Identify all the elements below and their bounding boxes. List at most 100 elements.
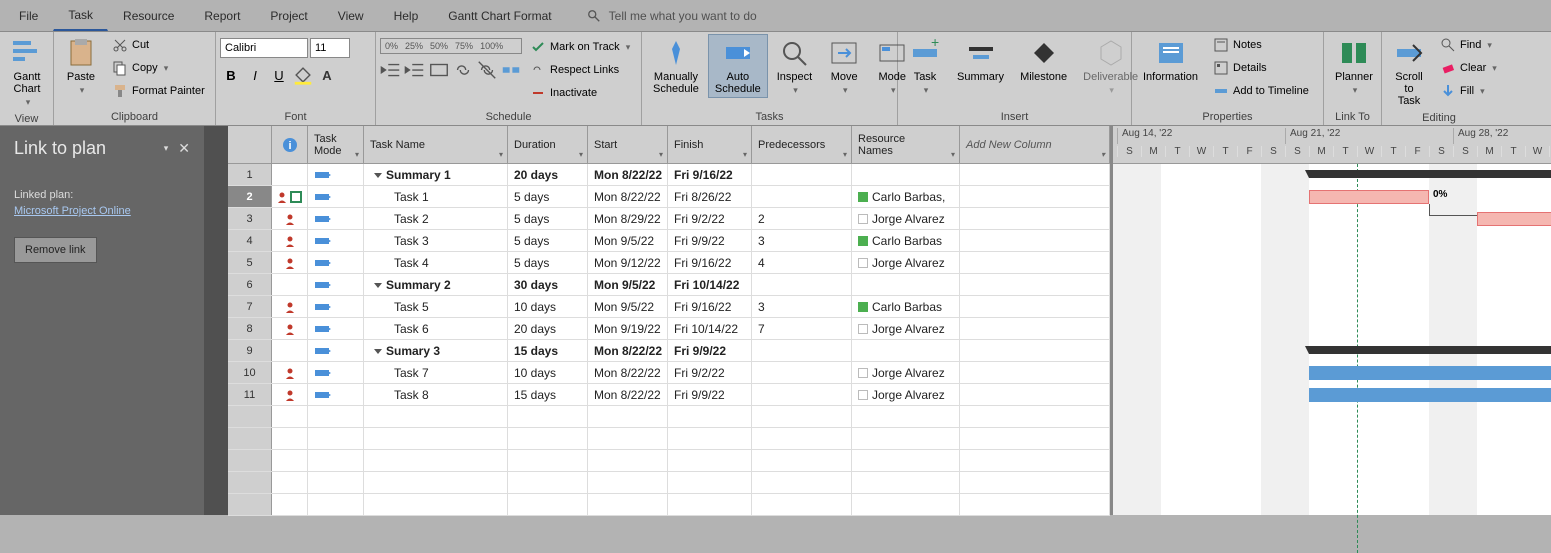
start-cell[interactable]: Mon 8/22/22 [588,384,668,405]
task-name-cell[interactable]: Task 6 [364,318,508,339]
information-button[interactable]: Information [1136,34,1205,86]
resource-cell[interactable]: Jorge Alvarez [852,362,960,383]
tab-view[interactable]: View [323,0,379,31]
underline-button[interactable]: U [268,64,290,86]
task-name-cell[interactable]: Task 7 [364,362,508,383]
insert-task-button[interactable]: +Task▾ [902,34,948,99]
finish-cell[interactable]: Fri 9/2/22 [668,362,752,383]
task-bar[interactable] [1309,388,1551,402]
add-to-timeline-button[interactable]: Add to Timeline [1207,80,1315,102]
linked-plan-link[interactable]: Microsoft Project Online [14,205,190,217]
insert-deliverable-button[interactable]: Deliverable▾ [1076,34,1145,99]
finish-cell[interactable]: Fri 9/9/22 [668,230,752,251]
resource-cell[interactable]: Jorge Alvarez [852,252,960,273]
notes-button[interactable]: Notes [1207,34,1315,56]
task-mode-cell[interactable] [308,384,364,405]
finish-cell[interactable]: Fri 10/14/22 [668,274,752,295]
summary-bar[interactable] [1309,346,1551,354]
clear-button[interactable]: Clear▾ [1434,57,1503,79]
planner-button[interactable]: Planner▾ [1328,34,1380,99]
row-number[interactable]: 1 [228,164,272,185]
task-name-cell[interactable]: Task 2 [364,208,508,229]
row-number[interactable]: 5 [228,252,272,273]
start-cell[interactable]: Mon 9/5/22 [588,230,668,251]
find-button[interactable]: Find▾ [1434,34,1503,56]
info-cell[interactable] [272,252,308,273]
task-mode-cell[interactable] [308,362,364,383]
task-name-cell[interactable]: Summary 2 [364,274,508,295]
remove-link-button[interactable]: Remove link [14,237,97,263]
empty-cell[interactable] [960,252,1110,273]
row-number[interactable]: 8 [228,318,272,339]
task-name-cell[interactable]: Task 5 [364,296,508,317]
finish-cell[interactable]: Fri 9/2/22 [668,208,752,229]
table-row[interactable]: 10Task 710 daysMon 8/22/22Fri 9/2/22Jorg… [228,362,1110,384]
empty-cell[interactable] [960,274,1110,295]
col-predecessors[interactable]: Predecessors▾ [752,126,852,163]
empty-cell[interactable] [960,186,1110,207]
predecessors-cell[interactable] [752,384,852,405]
empty-cell[interactable] [960,230,1110,251]
resource-cell[interactable] [852,274,960,295]
bold-button[interactable]: B [220,64,242,86]
task-mode-cell[interactable] [308,274,364,295]
info-cell[interactable] [272,384,308,405]
predecessors-cell[interactable]: 2 [752,208,852,229]
finish-cell[interactable]: Fri 9/9/22 [668,384,752,405]
row-number[interactable]: 3 [228,208,272,229]
finish-cell[interactable]: Fri 9/16/22 [668,252,752,273]
mark-on-track-button[interactable]: Mark on Track▾ [524,36,636,58]
empty-cell[interactable] [960,362,1110,383]
auto-schedule-button[interactable]: Auto Schedule [708,34,768,98]
predecessors-cell[interactable] [752,186,852,207]
table-row[interactable]: 7Task 510 daysMon 9/5/22Fri 9/16/223Carl… [228,296,1110,318]
empty-row[interactable] [228,450,1110,472]
table-row[interactable]: 3Task 25 daysMon 8/29/22Fri 9/2/222Jorge… [228,208,1110,230]
paste-button[interactable]: Paste▾ [58,34,104,99]
col-add-new[interactable]: Add New Column▾ [960,126,1110,163]
collapse-icon[interactable] [374,173,382,178]
row-number[interactable]: 4 [228,230,272,251]
collapse-icon[interactable] [374,283,382,288]
tab-project[interactable]: Project [255,0,322,31]
duration-cell[interactable]: 15 days [508,384,588,405]
task-mode-cell[interactable] [308,230,364,251]
table-row[interactable]: 1Summary 120 daysMon 8/22/22Fri 9/16/22 [228,164,1110,186]
font-color-button[interactable]: A [316,64,338,86]
inactivate-button[interactable]: Inactivate [524,82,636,104]
update-button[interactable] [428,59,450,81]
empty-cell[interactable] [960,384,1110,405]
task-mode-cell[interactable] [308,252,364,273]
start-cell[interactable]: Mon 8/22/22 [588,164,668,185]
duration-cell[interactable]: 20 days [508,164,588,185]
duration-cell[interactable]: 5 days [508,252,588,273]
task-bar[interactable] [1309,366,1551,380]
gantt-timeline[interactable]: Aug 14, '22 Aug 21, '22 Aug 28, '22 SMTW… [1110,126,1551,515]
row-number[interactable]: 7 [228,296,272,317]
row-number[interactable]: 6 [228,274,272,295]
table-row[interactable]: 9Sumary 315 daysMon 8/22/22Fri 9/9/22 [228,340,1110,362]
tell-me-search[interactable]: Tell me what you want to do [587,0,757,31]
info-cell[interactable] [272,208,308,229]
scroll-to-task-button[interactable]: Scroll to Task [1386,34,1432,110]
task-name-cell[interactable]: Task 1 [364,186,508,207]
task-mode-cell[interactable] [308,318,364,339]
duration-cell[interactable]: 5 days [508,186,588,207]
link-button[interactable] [452,59,474,81]
start-cell[interactable]: Mon 8/22/22 [588,340,668,361]
finish-cell[interactable]: Fri 9/16/22 [668,296,752,317]
empty-cell[interactable] [960,296,1110,317]
info-cell[interactable] [272,296,308,317]
task-mode-cell[interactable] [308,208,364,229]
task-mode-cell[interactable] [308,296,364,317]
row-number[interactable]: 9 [228,340,272,361]
task-bar[interactable] [1477,212,1551,226]
task-mode-cell[interactable] [308,340,364,361]
resource-cell[interactable] [852,164,960,185]
duration-cell[interactable]: 5 days [508,208,588,229]
row-number[interactable]: 10 [228,362,272,383]
tab-file[interactable]: File [4,0,53,31]
predecessors-cell[interactable]: 7 [752,318,852,339]
finish-cell[interactable]: Fri 10/14/22 [668,318,752,339]
insert-summary-button[interactable]: Summary [950,34,1011,86]
